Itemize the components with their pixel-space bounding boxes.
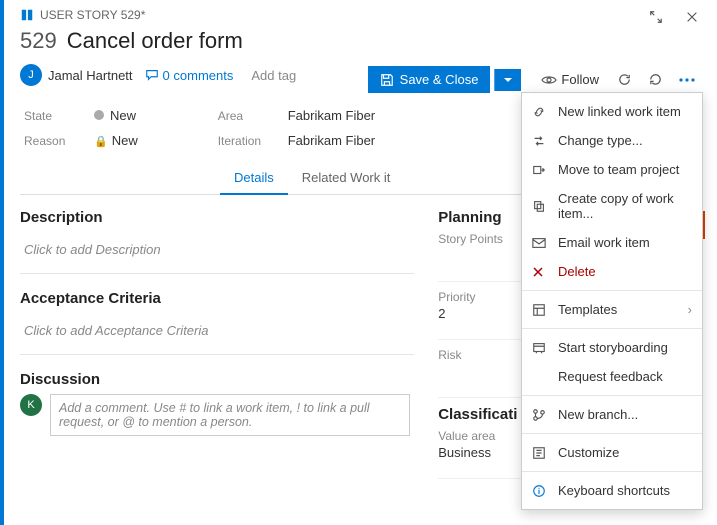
menu-separator [522, 328, 702, 329]
branch-icon [532, 408, 548, 422]
copy-icon [532, 199, 548, 213]
menu-new-linked-work-item[interactable]: New linked work item [522, 97, 702, 126]
move-icon [532, 163, 548, 177]
chevron-right-icon: › [688, 302, 692, 317]
menu-keyboard-shortcuts[interactable]: Keyboard shortcuts [522, 476, 702, 505]
breadcrumb-label: USER STORY 529* [40, 8, 145, 22]
menu-create-copy[interactable]: Create copy of work item... [522, 184, 702, 228]
lock-icon: 🔒 [94, 136, 108, 148]
menu-customize[interactable]: Customize [522, 438, 702, 467]
swap-icon [532, 134, 548, 148]
save-dropdown-button[interactable] [494, 69, 521, 91]
menu-email-work-item[interactable]: Email work item [522, 228, 702, 257]
add-tag-button[interactable]: Add tag [245, 66, 302, 85]
customize-icon [532, 446, 548, 460]
iteration-field[interactable]: Fabrikam Fiber [288, 133, 375, 148]
fullscreen-icon[interactable] [643, 6, 669, 28]
menu-move-team-project[interactable]: Move to team project [522, 155, 702, 184]
assignee-name: Jamal Hartnett [48, 68, 133, 83]
work-item-id: 529 [20, 28, 57, 54]
link-plus-icon [532, 105, 548, 119]
comment-icon [145, 68, 159, 82]
area-label: Area [218, 109, 270, 123]
discussion-heading: Discussion [20, 371, 414, 388]
reason-label: Reason [24, 134, 76, 148]
comments-button[interactable]: 0 comments [145, 68, 234, 83]
menu-change-type[interactable]: Change type... [522, 126, 702, 155]
acceptance-heading: Acceptance Criteria [20, 290, 414, 307]
close-icon[interactable] [679, 6, 705, 28]
state-field[interactable]: New [94, 108, 136, 123]
comment-input[interactable]: Add a comment. Use # to link a work item… [50, 394, 410, 436]
menu-templates[interactable]: Templates › [522, 295, 702, 324]
more-actions-menu: New linked work item Change type... Move… [521, 92, 703, 510]
follow-button[interactable]: Follow [533, 68, 607, 91]
menu-separator [522, 290, 702, 291]
area-field[interactable]: Fabrikam Fiber [288, 108, 375, 123]
menu-start-storyboarding[interactable]: Start storyboarding [522, 333, 702, 362]
email-icon [532, 237, 548, 249]
info-icon [532, 484, 548, 498]
acceptance-input[interactable]: Click to add Acceptance Criteria [20, 313, 414, 346]
page-title: 529 Cancel order form [20, 28, 701, 54]
breadcrumb: USER STORY 529* [20, 8, 701, 22]
current-user-avatar: K [20, 394, 42, 416]
menu-delete[interactable]: Delete [522, 257, 702, 286]
description-heading: Description [20, 209, 414, 226]
save-and-close-button[interactable]: Save & Close [368, 66, 491, 93]
more-actions-button[interactable] [673, 74, 701, 86]
refresh-icon[interactable] [611, 68, 638, 91]
storyboard-icon [532, 341, 548, 355]
work-item-title[interactable]: Cancel order form [67, 28, 243, 54]
save-icon [380, 73, 394, 87]
avatar: J [20, 64, 42, 86]
menu-separator [522, 433, 702, 434]
delete-icon [532, 266, 548, 278]
book-icon [20, 8, 34, 22]
assignee[interactable]: J Jamal Hartnett [20, 64, 133, 86]
left-accent-stripe [0, 0, 4, 525]
menu-separator [522, 395, 702, 396]
tab-details[interactable]: Details [220, 162, 288, 195]
template-icon [532, 303, 548, 317]
description-input[interactable]: Click to add Description [20, 232, 414, 265]
reason-field[interactable]: 🔒New [94, 133, 138, 148]
iteration-label: Iteration [218, 134, 270, 148]
state-label: State [24, 109, 76, 123]
menu-request-feedback[interactable]: Request feedback [522, 362, 702, 391]
tab-related-work[interactable]: Related Work it [288, 162, 405, 194]
menu-separator [522, 471, 702, 472]
undo-icon[interactable] [642, 68, 669, 91]
eye-icon [541, 74, 557, 86]
menu-new-branch[interactable]: New branch... [522, 400, 702, 429]
